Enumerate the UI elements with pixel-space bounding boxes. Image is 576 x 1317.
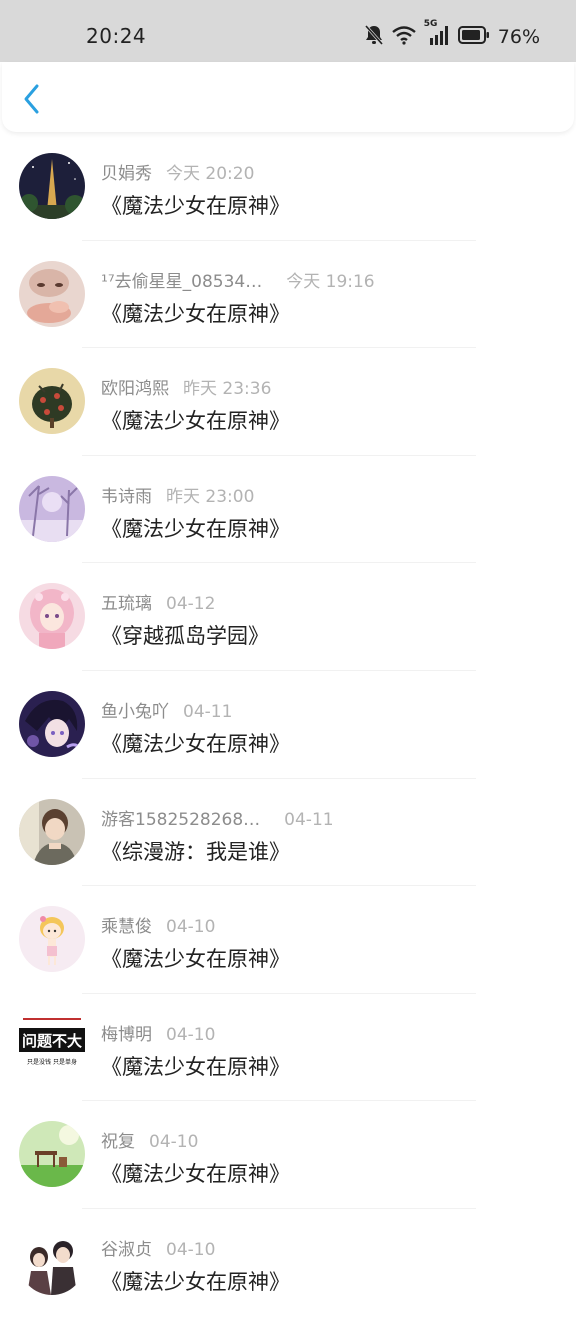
username[interactable]: 五琉璃 (101, 589, 152, 614)
list-item[interactable]: 乘慧俊 04-10 《魔法少女在原神》 (0, 886, 576, 994)
avatar[interactable] (19, 583, 85, 650)
avatar-text: 问题不大 (22, 1032, 82, 1050)
avatar[interactable]: 问题不大 只是没钱 只是单身 (19, 1013, 85, 1080)
wifi-icon (392, 25, 416, 49)
username[interactable]: 游客1582528268… (101, 805, 260, 830)
avatar[interactable] (19, 153, 85, 219)
comment-time: 04-10 (166, 1239, 216, 1260)
book-title[interactable]: 《穿越孤岛学园》 (101, 620, 269, 650)
back-button[interactable] (16, 82, 48, 116)
avatar[interactable] (19, 1121, 85, 1188)
book-title[interactable]: 《魔法少女在原神》 (101, 1158, 290, 1188)
comment-meta: 贝娟秀 今天 20:20 (101, 159, 255, 184)
status-time: 20:24 (86, 24, 147, 48)
chevron-left-icon (24, 84, 39, 114)
avatar[interactable] (19, 260, 85, 327)
book-title[interactable]: 《魔法少女在原神》 (101, 190, 290, 220)
list-item[interactable]: 韦诗雨 昨天 23:00 《魔法少女在原神》 (0, 456, 576, 564)
avatar[interactable] (19, 475, 85, 542)
book-title[interactable]: 《魔法少女在原神》 (101, 728, 290, 758)
avatar[interactable] (19, 1228, 85, 1295)
network-type: 5G (423, 19, 438, 29)
username[interactable]: 欧阳鸿熙 (101, 374, 169, 399)
status-bar: 20:24 5G 76% (0, 0, 576, 62)
list-item[interactable]: 五琉璃 04-12 《穿越孤岛学园》 (0, 563, 576, 671)
comment-meta: 乘慧俊 04-10 (101, 912, 216, 938)
comment-time: 04-11 (284, 809, 334, 830)
list-item[interactable]: 祝复 04-10 《魔法少女在原神》 (0, 1101, 576, 1209)
avatar-subtext: 只是没钱 只是单身 (27, 1058, 77, 1066)
comment-meta: 韦诗雨 昨天 23:00 (101, 482, 255, 507)
book-title[interactable]: 《魔法少女在原神》 (101, 943, 290, 973)
book-title[interactable]: 《魔法少女在原神》 (101, 1051, 290, 1081)
avatar[interactable] (19, 798, 85, 865)
book-title[interactable]: 《综漫游：我是谁》 (101, 836, 290, 866)
comment-time: 04-11 (183, 701, 233, 722)
comment-meta: 游客1582528268… 04-11 (101, 805, 334, 830)
list-item[interactable]: 欧阳鸿熙 昨天 23:36 《魔法少女在原神》 (0, 348, 576, 456)
avatar[interactable] (19, 368, 85, 435)
comment-meta: 欧阳鸿熙 昨天 23:36 (101, 374, 272, 400)
comment-time: 04-10 (149, 1132, 199, 1153)
comment-list: 贝娟秀 今天 20:20 《魔法少女在原神》 ¹⁷去偷星星_08534… 今天 19… (0, 133, 576, 1317)
list-item[interactable]: 谷淑贞 04-10 《魔法少女在原神》 (0, 1209, 576, 1317)
comment-time: 今天 20:20 (166, 164, 255, 184)
comment-time: 04-10 (166, 917, 216, 938)
list-item[interactable]: 问题不大 只是没钱 只是单身 梅博明 04-10 《魔法少女在原神》 (0, 994, 576, 1102)
avatar[interactable] (19, 906, 85, 973)
battery-icon (457, 25, 490, 49)
username[interactable]: 乘慧俊 (101, 912, 152, 937)
book-title[interactable]: 《魔法少女在原神》 (101, 405, 290, 435)
book-title[interactable]: 《魔法少女在原神》 (101, 298, 290, 328)
avatar[interactable] (19, 690, 85, 757)
comment-meta: 五琉璃 04-12 (101, 589, 216, 615)
battery-percent: 76% (497, 26, 540, 48)
comment-meta: 谷淑贞 04-10 (101, 1235, 216, 1260)
username[interactable]: 韦诗雨 (101, 482, 152, 507)
username[interactable]: ¹⁷去偷星星_08534… (101, 267, 262, 292)
list-item[interactable]: ¹⁷去偷星星_08534… 今天 19:16 《魔法少女在原神》 (0, 241, 576, 349)
username[interactable]: 祝复 (101, 1127, 135, 1152)
username[interactable]: 梅博明 (101, 1020, 152, 1045)
book-title[interactable]: 《魔法少女在原神》 (101, 1266, 290, 1296)
comment-meta: 祝复 04-10 (101, 1127, 199, 1153)
username[interactable]: 鱼小兔吖 (101, 697, 169, 722)
username[interactable]: 谷淑贞 (101, 1235, 152, 1260)
signal-icon: 5G (424, 19, 450, 49)
comment-time: 04-12 (166, 594, 216, 615)
book-title[interactable]: 《魔法少女在原神》 (101, 513, 290, 543)
nav-bar (2, 62, 574, 132)
comment-meta: 鱼小兔吖 04-11 (101, 697, 233, 722)
comment-meta: 梅博明 04-10 (101, 1020, 216, 1045)
list-item[interactable]: 鱼小兔吖 04-11 《魔法少女在原神》 (0, 671, 576, 779)
list-item[interactable]: 游客1582528268… 04-11 《综漫游：我是谁》 (0, 779, 576, 887)
comment-meta: ¹⁷去偷星星_08534… 今天 19:16 (101, 267, 375, 292)
comment-time: 今天 19:16 (286, 271, 375, 292)
status-icons: 5G 76% (364, 19, 540, 50)
comment-time: 04-10 (166, 1024, 216, 1045)
comment-time: 昨天 23:36 (183, 379, 272, 400)
comment-time: 昨天 23:00 (166, 486, 255, 507)
username[interactable]: 贝娟秀 (101, 159, 152, 184)
list-item[interactable]: 贝娟秀 今天 20:20 《魔法少女在原神》 (0, 133, 576, 241)
bell-muted-icon (364, 24, 384, 50)
